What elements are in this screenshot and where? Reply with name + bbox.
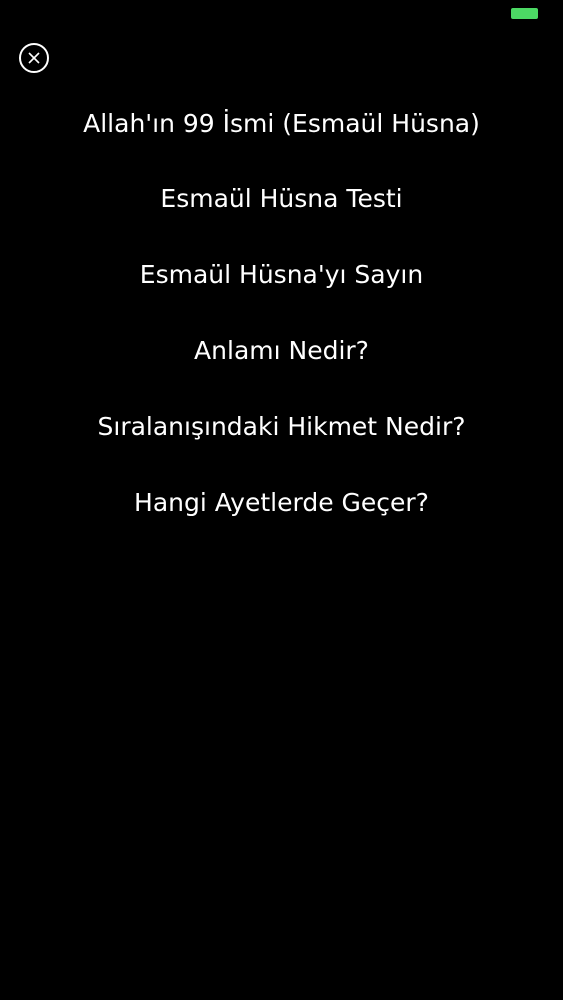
status-bar: [0, 0, 563, 30]
menu-item-99-names[interactable]: Allah'ın 99 İsmi (Esmaül Hüsna): [0, 107, 563, 141]
close-icon: [28, 52, 40, 64]
battery-icon: [511, 8, 538, 19]
menu-item-count[interactable]: Esmaül Hüsna'yı Sayın: [0, 258, 563, 292]
menu-item-verses[interactable]: Hangi Ayetlerde Geçer?: [0, 486, 563, 520]
menu-item-test[interactable]: Esmaül Hüsna Testi: [0, 182, 563, 216]
menu-item-order-wisdom[interactable]: Sıralanışındaki Hikmet Nedir?: [0, 410, 563, 444]
menu-item-meaning[interactable]: Anlamı Nedir?: [0, 334, 563, 368]
close-button[interactable]: [19, 43, 49, 73]
